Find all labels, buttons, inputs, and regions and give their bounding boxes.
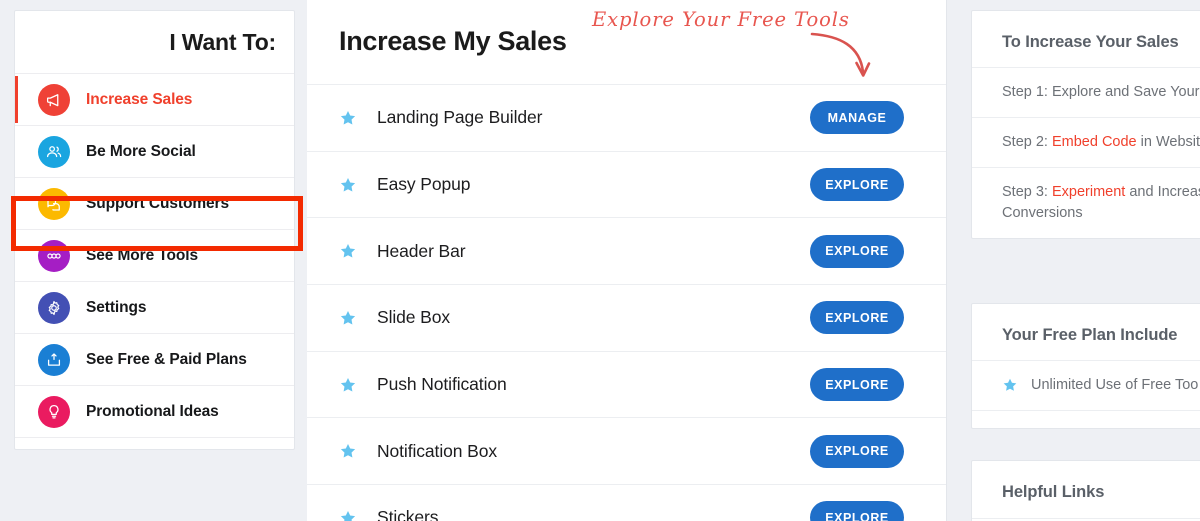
tool-action-button[interactable]: EXPLORE — [810, 501, 904, 521]
sidebar-header: I Want To: — [15, 11, 294, 73]
card-bottom-spacer — [972, 410, 1200, 428]
plan-feature-row: Unlimited Use of Free Too — [972, 360, 1200, 410]
star-icon — [339, 109, 357, 127]
tool-action-button[interactable]: EXPLORE — [810, 434, 904, 468]
tool-row[interactable]: Easy Popup EXPLORE — [307, 150, 946, 218]
main-panel: Increase My Sales Landing Page Builder M… — [307, 0, 957, 521]
sidebar-item-label: See More Tools — [86, 246, 199, 264]
card-title: Helpful Links — [1002, 483, 1105, 501]
sidebar-item-label: Increase Sales — [86, 90, 193, 108]
tool-action-button[interactable]: EXPLORE — [810, 234, 904, 268]
star-icon — [339, 176, 357, 194]
step-link[interactable]: Embed Code — [1052, 134, 1137, 150]
main-card: Increase My Sales Landing Page Builder M… — [307, 0, 947, 521]
step-text: in Websit — [1136, 134, 1200, 151]
step-row: Step 2: Embed Code in Websit — [972, 117, 1200, 167]
card-title: To Increase Your Sales — [1002, 33, 1179, 51]
sidebar-item-label: Promotional Ideas — [86, 402, 219, 420]
step-row: Step 1: Explore and Save Your — [972, 67, 1200, 117]
sidebar-item-label: Support Customers — [86, 194, 229, 212]
tool-name: Push Notification — [377, 374, 507, 395]
tool-name: Landing Page Builder — [377, 107, 543, 128]
tool-name: Easy Popup — [377, 174, 471, 195]
active-accent-bar — [15, 76, 18, 123]
tool-action-button[interactable]: EXPLORE — [810, 368, 904, 402]
tool-row[interactable]: Notification Box EXPLORE — [307, 417, 946, 484]
step-text: Step 3: — [1002, 184, 1052, 201]
sidebar-card: I Want To: Increase Sales Be More Social… — [14, 10, 295, 450]
app-root: I Want To: Increase Sales Be More Social… — [0, 0, 1200, 521]
more-dots-icon — [38, 239, 70, 272]
upload-box-icon — [38, 343, 70, 376]
free-plan-card: Your Free Plan Include Unlimited Use of … — [971, 303, 1200, 430]
sidebar-item-be-more-social[interactable]: Be More Social — [15, 125, 294, 177]
lightbulb-icon — [38, 395, 70, 428]
tool-name: Header Bar — [377, 240, 466, 261]
tool-action-button[interactable]: EXPLORE — [810, 168, 904, 202]
star-icon — [1002, 377, 1018, 393]
sidebar: I Want To: Increase Sales Be More Social… — [0, 0, 307, 521]
tool-row[interactable]: Landing Page Builder MANAGE — [307, 84, 946, 151]
star-icon — [339, 442, 357, 460]
gear-icon — [38, 291, 70, 324]
chat-support-icon — [38, 187, 70, 220]
star-icon — [339, 376, 357, 394]
plan-feature-text: Unlimited Use of Free Too — [1031, 377, 1199, 393]
tool-name: Notification Box — [377, 440, 497, 461]
sidebar-item-see-more-tools[interactable]: See More Tools — [15, 229, 294, 281]
sidebar-item-label: Be More Social — [86, 142, 196, 160]
people-icon — [38, 135, 70, 168]
sidebar-item-increase-sales[interactable]: Increase Sales — [15, 73, 294, 125]
star-icon — [339, 509, 357, 521]
tool-row[interactable]: Header Bar EXPLORE — [307, 217, 946, 284]
tool-list: Landing Page Builder MANAGE Easy Popup E… — [307, 84, 946, 521]
tool-name: Stickers — [377, 507, 439, 521]
annotation-text: Explore Your Free Tools — [592, 8, 850, 31]
step-text: Step 1: Explore and Save Your — [1002, 84, 1200, 100]
sidebar-item-see-free-and-paid-plans[interactable]: See Free & Paid Plans — [15, 333, 294, 385]
step-row: Step 3: Experiment and Increas Conversio… — [972, 167, 1200, 238]
tool-action-button[interactable]: MANAGE — [810, 101, 904, 135]
sidebar-item-promotional-ideas[interactable]: Promotional Ideas — [15, 385, 294, 437]
tool-row[interactable]: Stickers EXPLORE — [307, 484, 946, 521]
sidebar-item-label: Settings — [86, 298, 147, 316]
star-icon — [339, 242, 357, 260]
sidebar-footer-spacer — [15, 437, 294, 449]
increase-sales-steps-card: To Increase Your Sales Step 1: Explore a… — [971, 10, 1200, 240]
tool-name: Slide Box — [377, 307, 451, 328]
sidebar-title: I Want To: — [169, 28, 276, 55]
card-title: Your Free Plan Include — [1002, 326, 1178, 344]
step-text: Step 2: — [1002, 134, 1052, 151]
star-icon — [339, 309, 357, 327]
tool-row[interactable]: Slide Box EXPLORE — [307, 284, 946, 351]
tool-action-button[interactable]: EXPLORE — [810, 301, 904, 335]
sidebar-item-support-customers[interactable]: Support Customers — [15, 177, 294, 229]
step-link[interactable]: Experiment — [1052, 184, 1125, 200]
sidebar-item-label: See Free & Paid Plans — [86, 350, 247, 368]
tool-row[interactable]: Push Notification EXPLORE — [307, 350, 946, 418]
helpful-links-card: Helpful Links — [971, 460, 1200, 521]
right-panel: To Increase Your Sales Step 1: Explore a… — [957, 0, 1200, 521]
sidebar-item-settings[interactable]: Settings — [15, 281, 294, 333]
megaphone-icon — [38, 83, 70, 116]
